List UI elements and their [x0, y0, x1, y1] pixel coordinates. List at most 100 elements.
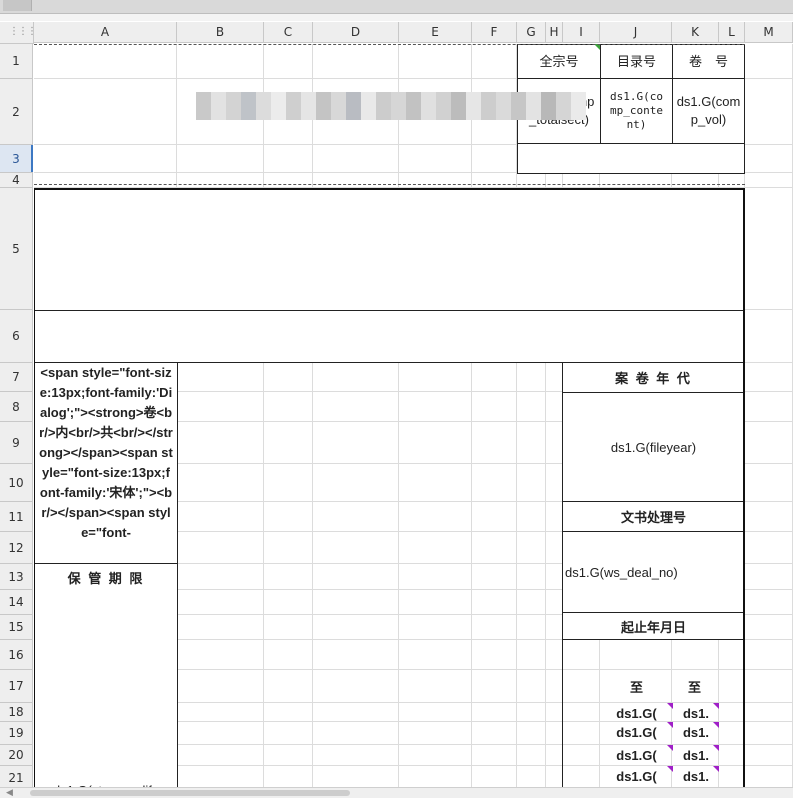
date-start-cell[interactable]: ds1.G(: [600, 745, 673, 765]
comment-marker-icon: [667, 722, 673, 728]
blur-block: [331, 92, 346, 120]
storage-label: 保 管 期 限: [67, 570, 145, 586]
fileyear-label-cell[interactable]: 案 卷 年 代: [562, 362, 745, 393]
comment-marker-icon: [713, 745, 719, 751]
blur-block: [436, 92, 451, 120]
date-start-cell[interactable]: ds1.G(: [600, 722, 673, 742]
sheet-grid[interactable]: 全宗号 目录号 卷 号 ds1.G(comp_totalsect) ds1.G(…: [34, 44, 793, 797]
mulu-label-cell[interactable]: 目录号: [600, 44, 673, 79]
column-header-b[interactable]: B: [177, 22, 264, 43]
blur-block: [481, 92, 496, 120]
juan-label-cell[interactable]: 卷 号: [672, 44, 745, 79]
row-header-11[interactable]: 11: [0, 502, 33, 532]
blur-block: [511, 92, 526, 120]
fileyear-label: 案 卷 年 代: [615, 371, 692, 386]
comment-marker-icon: [667, 745, 673, 751]
column-header-m[interactable]: M: [745, 22, 793, 43]
juan-nei-html-text: <span style="font-size:13px;font-family:…: [39, 365, 173, 540]
select-all-corner[interactable]: ⋮⋮⋮: [0, 22, 37, 44]
scroll-thumb[interactable]: [30, 790, 350, 796]
fileyear-value-cell[interactable]: ds1.G(fileyear): [562, 392, 745, 502]
zhi-label-2: 至: [672, 671, 717, 701]
row-header-1[interactable]: 1: [0, 44, 33, 79]
blur-block: [391, 92, 406, 120]
column-header-i[interactable]: I: [563, 22, 600, 43]
blur-block: [421, 92, 436, 120]
blur-block: [451, 92, 466, 120]
column-header-a[interactable]: A: [34, 22, 177, 43]
grid-col-line: [471, 44, 472, 797]
storage-label-cell[interactable]: 保 管 期 限: [34, 563, 178, 591]
date-label-cell[interactable]: 起止年月日: [562, 612, 745, 640]
row-header-2[interactable]: 2: [0, 79, 33, 145]
row-header-5[interactable]: 5: [0, 188, 33, 310]
title-cell[interactable]: [34, 188, 745, 311]
row-header-17[interactable]: 17: [0, 670, 33, 703]
blur-block: [406, 92, 421, 120]
grid-col-line: [263, 44, 264, 797]
top-bar-tab[interactable]: [3, 0, 32, 11]
blur-block: [226, 92, 241, 120]
blur-block: [541, 92, 556, 120]
column-header-e[interactable]: E: [399, 22, 472, 43]
row-header-10[interactable]: 10: [0, 464, 33, 502]
scroll-left-icon[interactable]: ◀: [6, 787, 13, 798]
row-header-19[interactable]: 19: [0, 722, 33, 745]
row-header-9[interactable]: 9: [0, 422, 33, 464]
date-label: 起止年月日: [620, 619, 686, 635]
grid-col-line: [312, 44, 313, 797]
juan-value-cell[interactable]: ds1.G(comp_vol): [672, 78, 745, 144]
blur-block: [496, 92, 511, 120]
blur-block: [301, 92, 316, 120]
row-header-6[interactable]: 6: [0, 310, 33, 363]
blur-block: [346, 92, 361, 120]
outer-left-border: [34, 188, 35, 797]
blur-block: [211, 92, 226, 120]
blur-block: [256, 92, 271, 120]
blur-block: [271, 92, 286, 120]
page-break-top: [34, 44, 745, 45]
row-header-8[interactable]: 8: [0, 392, 33, 422]
page-break-line: [34, 184, 745, 185]
row-header-3[interactable]: 3: [0, 145, 33, 173]
mulu-label: 目录号: [616, 53, 656, 69]
date-start-cell[interactable]: ds1.G(: [600, 703, 673, 723]
deal-label-cell[interactable]: 文书处理号: [562, 501, 745, 532]
outer-right-border: [743, 188, 745, 797]
column-header-k[interactable]: K: [672, 22, 719, 43]
mulu-value-cell[interactable]: ds1.G(comp_content): [600, 78, 673, 144]
quanzong-label-cell[interactable]: 全宗号: [517, 44, 601, 79]
row-header-13[interactable]: 13: [0, 564, 33, 590]
quanzong-label: 全宗号: [539, 53, 579, 69]
row-header-16[interactable]: 16: [0, 640, 33, 670]
date-start-cell[interactable]: ds1.G(: [600, 766, 673, 786]
comment-marker-icon: [713, 722, 719, 728]
column-header-j[interactable]: J: [600, 22, 672, 43]
blur-block: [571, 92, 586, 120]
column-header-h[interactable]: H: [546, 22, 563, 43]
header-box-empty-row[interactable]: [517, 143, 745, 174]
formula-spacer: [0, 14, 793, 21]
deal-value-cell[interactable]: ds1.G(ws_deal_no): [562, 531, 745, 613]
row-header-7[interactable]: 7: [0, 363, 33, 392]
juan-nei-html-cell[interactable]: <span style="font-size:13px;font-family:…: [34, 362, 178, 564]
row-header-15[interactable]: 15: [0, 615, 33, 640]
row-header-14[interactable]: 14: [0, 590, 33, 615]
blur-block: [241, 92, 256, 120]
subtitle-cell[interactable]: [34, 310, 745, 363]
zhi-label-text-1: 至: [629, 679, 643, 695]
date-left-border: [562, 639, 563, 797]
column-header-c[interactable]: C: [264, 22, 313, 43]
row-header-18[interactable]: 18: [0, 703, 33, 722]
horizontal-scrollbar[interactable]: ◀: [0, 787, 793, 798]
row-header-20[interactable]: 20: [0, 745, 33, 766]
storage-value-cell[interactable]: ds1.G(storage_life: [34, 590, 178, 797]
column-header-d[interactable]: D: [313, 22, 399, 43]
column-header-l[interactable]: L: [719, 22, 745, 43]
deal-label: 文书处理号: [620, 510, 686, 525]
column-header-g[interactable]: G: [517, 22, 546, 43]
column-header-f[interactable]: F: [472, 22, 517, 43]
row-header-12[interactable]: 12: [0, 532, 33, 564]
deal-value: ds1.G(ws_deal_no): [565, 564, 678, 580]
row-header-4[interactable]: 4: [0, 173, 33, 188]
